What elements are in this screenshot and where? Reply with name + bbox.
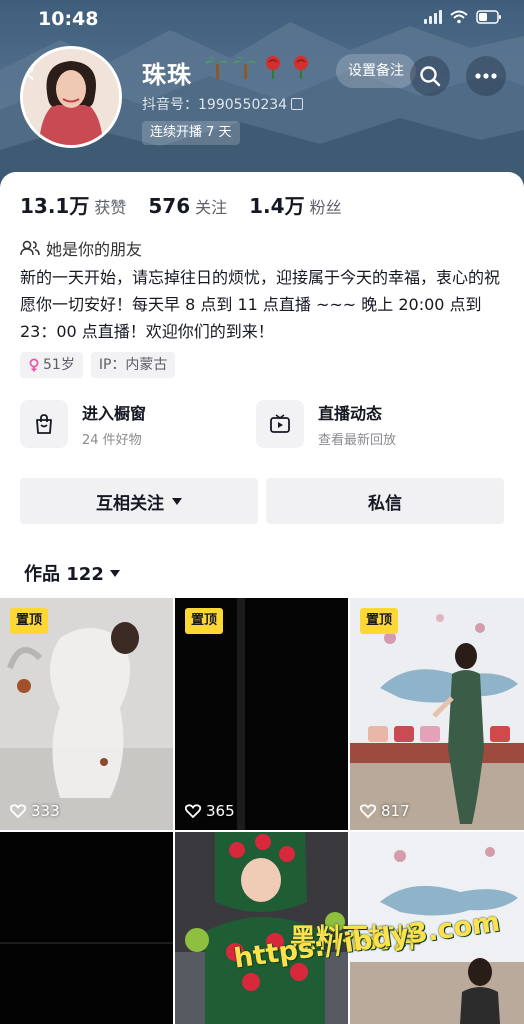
ip-location-tag: IP：内蒙古 [90, 352, 176, 378]
live-updates-subtitle: 查看最新回放 [318, 433, 397, 448]
search-button[interactable] [410, 56, 450, 96]
video-preview [175, 832, 348, 1024]
age-tag: 51岁 [20, 352, 83, 378]
chevron-left-icon: ‹ [24, 56, 36, 91]
battery-icon [476, 10, 502, 24]
status-bar: 10:48 [0, 0, 524, 38]
back-button[interactable]: ‹ [24, 58, 58, 92]
profile-name: 珠珠 [142, 61, 192, 89]
signal-icon [424, 10, 442, 24]
feature-entries: 进入橱窗 24 件好物 直播动态 查看最新回放 [20, 400, 492, 448]
stat-likes[interactable]: 13.1万 获赞 [20, 190, 126, 219]
caret-down-icon [172, 497, 182, 505]
search-icon [420, 66, 441, 87]
action-buttons: 互相关注 私信 [20, 478, 504, 524]
video-preview [350, 832, 524, 1024]
pinned-badge: 置顶 [10, 608, 49, 634]
wifi-icon [450, 10, 468, 24]
bio-text: 新的一天开始，请忘掉往日的烦忧，迎接属于今天的幸福，衷心的祝愿你一切安好！每天早… [20, 268, 501, 341]
pinned-badge: 置顶 [185, 608, 224, 634]
message-button[interactable]: 私信 [266, 478, 504, 524]
status-icons [424, 10, 502, 24]
rose-icon [266, 56, 280, 79]
video-likes: 817 [360, 802, 410, 820]
video-thumbnail[interactable] [175, 832, 348, 1024]
video-likes: 333 [10, 802, 60, 820]
profile-tags: 51岁 IP：内蒙古 [20, 352, 176, 378]
douyin-id[interactable]: 抖音号：1990550234 [142, 94, 304, 114]
set-remark-button[interactable]: 设置备注 [336, 54, 416, 88]
pinned-badge: 置顶 [360, 608, 399, 634]
shop-window-subtitle: 24 件好物 [82, 433, 142, 448]
name-decorations [204, 54, 314, 80]
mutual-follow-button[interactable]: 互相关注 [20, 478, 258, 524]
rose-icon [294, 56, 308, 79]
live-updates-title: 直播动态 [318, 404, 383, 423]
video-thumbnail[interactable]: 置顶 817 [350, 598, 524, 830]
palm-tree-icon [233, 56, 257, 79]
live-streak-badge: 连续开播 7 天 [142, 121, 240, 145]
video-likes: 365 [185, 802, 235, 820]
video-thumbnail[interactable] [0, 832, 173, 1024]
heart-icon [10, 804, 26, 818]
friend-text: 她是你的朋友 [46, 240, 143, 259]
stat-followers[interactable]: 1.4万 粉丝 [249, 190, 341, 219]
copy-icon[interactable] [291, 98, 304, 110]
stat-following[interactable]: 576 关注 [148, 194, 227, 218]
palm-tree-icon [205, 56, 229, 79]
friend-indicator: 她是你的朋友 [20, 236, 142, 260]
works-tab[interactable]: 作品 122 [24, 560, 120, 586]
shop-window-entry[interactable]: 进入橱窗 24 件好物 [20, 400, 256, 448]
video-thumbnail[interactable] [350, 832, 524, 1024]
status-time: 10:48 [38, 8, 99, 30]
female-icon [29, 358, 39, 372]
stats-row: 13.1万 获赞 576 关注 1.4万 粉丝 [20, 190, 342, 219]
tv-icon [256, 400, 304, 448]
friends-icon [20, 240, 40, 256]
live-updates-entry[interactable]: 直播动态 查看最新回放 [256, 400, 492, 448]
shop-window-title: 进入橱窗 [82, 404, 147, 423]
heart-icon [360, 804, 376, 818]
heart-icon [185, 804, 201, 818]
video-preview [0, 832, 173, 1024]
douyin-id-text: 抖音号：1990550234 [142, 97, 288, 113]
more-dots-icon [475, 73, 497, 79]
video-thumbnail[interactable]: 置顶 333 [0, 598, 173, 830]
caret-down-icon [109, 569, 120, 577]
video-thumbnail[interactable]: 置顶 365 [175, 598, 348, 830]
more-button[interactable] [466, 56, 506, 96]
shopping-bag-icon [20, 400, 68, 448]
